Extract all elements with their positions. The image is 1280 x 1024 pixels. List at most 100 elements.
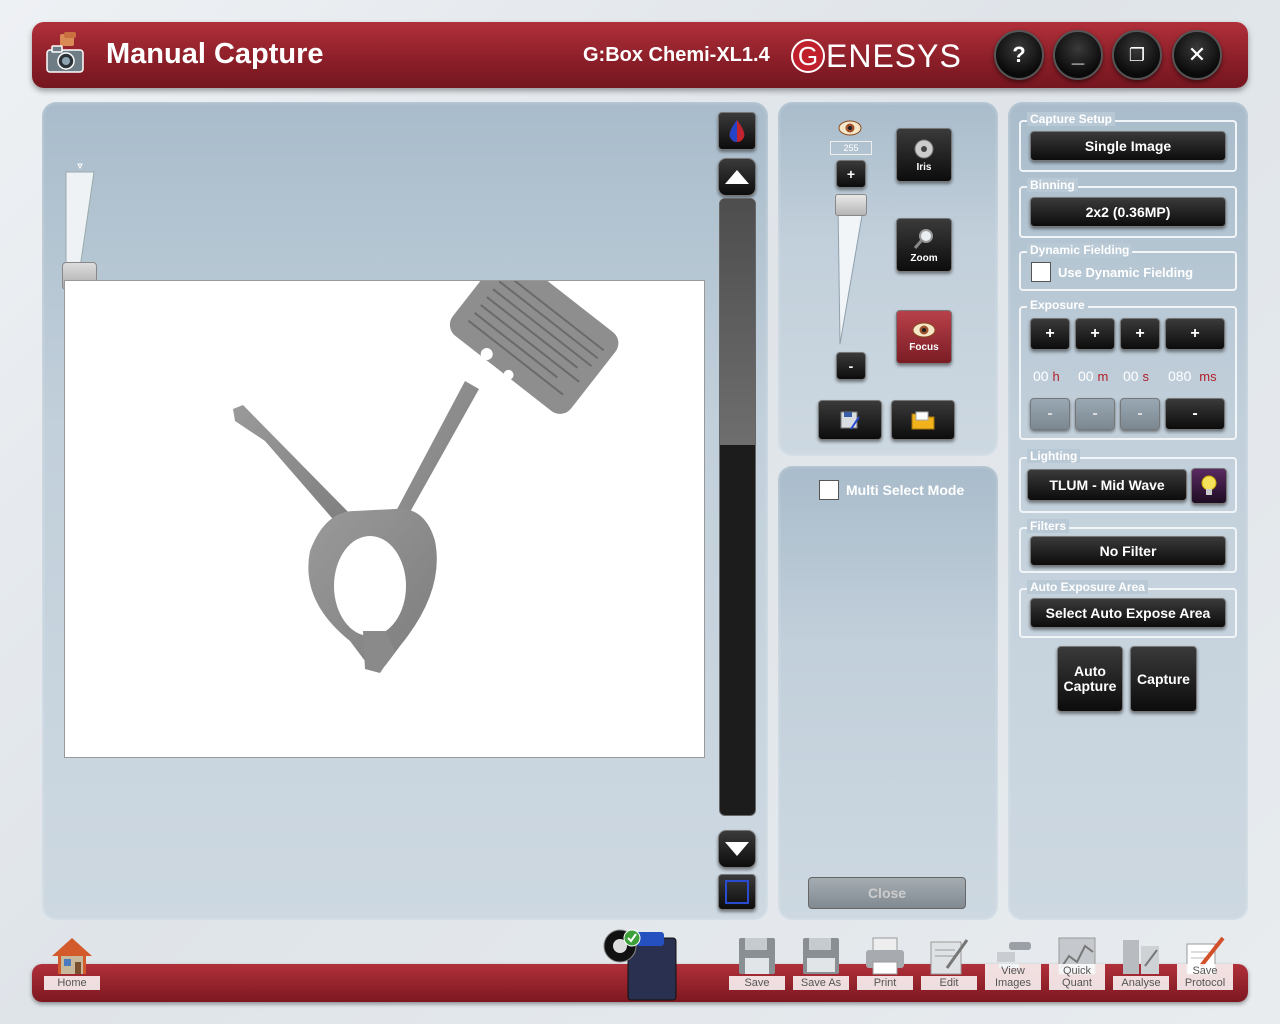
filters-label: Filters [1027,519,1070,533]
brightness-minus-button[interactable]: - [836,352,866,380]
brightness-value: 255 [830,141,872,155]
home-label: Home [44,976,100,990]
brightness-slider-handle[interactable] [835,194,867,216]
iris-icon [914,139,934,158]
brightness-eye-icon [838,118,862,138]
zoom-scroll-track[interactable] [719,198,756,816]
auto-capture-button[interactable]: Auto Capture [1057,646,1123,712]
exposure-minutes-plus[interactable]: + [1075,318,1115,350]
exposure-ms-plus[interactable]: + [1165,318,1225,350]
fit-view-button[interactable] [718,874,756,910]
capture-setup-select[interactable]: Single Image [1030,131,1226,161]
exposure-seconds-minus[interactable]: - [1120,398,1160,430]
brightness-plus-button[interactable]: + [836,160,866,188]
lighting-group: Lighting TLUM - Mid Wave [1019,449,1237,513]
exposure-hours-minus[interactable]: - [1030,398,1070,430]
exposure-minutes[interactable]: 00 m [1078,368,1108,384]
auto-exposure-area-label: Auto Exposure Area [1027,580,1148,594]
dynamic-fielding-label: Dynamic Fielding [1027,243,1133,257]
zoom-scroll-up-button[interactable] [718,158,756,196]
analyse-button[interactable]: Analyse [1111,936,1171,992]
zoom-scroll-thumb[interactable] [720,199,755,445]
exposure-ms-unit: ms [1199,369,1217,384]
magnifier-icon [913,228,933,249]
exposure-hours-value: 00 [1033,368,1049,384]
help-button[interactable]: ? [994,30,1044,80]
capture-setup-group: Capture Setup Single Image [1019,112,1237,172]
exposure-ms[interactable]: 080 ms [1168,368,1217,384]
save-button[interactable]: Save [727,936,787,992]
clip-sample-image [233,281,619,673]
save-label: Save [729,976,785,990]
color-palette-button[interactable] [718,112,756,150]
restore-button[interactable]: ❐ [1112,30,1162,80]
exposure-seconds[interactable]: 00 s [1123,368,1149,384]
export-settings-button[interactable] [818,400,882,440]
exposure-seconds-value: 00 [1123,368,1139,384]
focus-label: Focus [909,342,939,353]
binning-select[interactable]: 2x2 (0.36MP) [1030,197,1226,227]
capture-preview[interactable] [64,280,705,758]
lightbulb-icon [1201,475,1217,495]
genesys-logo: G ENESYS [791,36,962,76]
dynamic-fielding-option[interactable]: Use Dynamic Fielding [1031,262,1193,282]
brightness-slider[interactable] [834,194,868,350]
select-auto-expose-area-button[interactable]: Select Auto Expose Area [1030,598,1226,628]
print-label: Print [857,976,913,990]
save-protocol-button[interactable]: Save Protocol [1175,936,1235,992]
exposure-hours[interactable]: 00 h [1033,368,1060,384]
open-folder-button[interactable] [891,400,955,440]
binning-label: Binning [1027,178,1078,192]
arrow-up-icon [725,170,749,184]
exposure-minutes-minus[interactable]: - [1075,398,1115,430]
multi-select-label: Multi Select Mode [846,482,965,498]
save-as-button[interactable]: Save As [791,936,851,992]
lighting-label: Lighting [1027,449,1081,463]
close-window-button[interactable]: ✕ [1172,30,1222,80]
window-title: Manual Capture [106,38,324,70]
print-button[interactable]: Print [855,936,915,992]
view-images-button[interactable]: View Images [983,936,1043,992]
zoom-label: Zoom [910,252,938,264]
dynamic-fielding-option-label: Use Dynamic Fielding [1058,264,1194,280]
multi-select-checkbox[interactable] [819,480,839,500]
light-toggle-button[interactable] [1191,468,1227,504]
close-button[interactable]: Close [808,877,966,909]
analyse-icon [1123,940,1159,974]
lighting-select[interactable]: TLUM - Mid Wave [1027,469,1187,501]
camera-hand-icon [44,32,86,76]
exposure-ms-value: 080 [1168,368,1192,384]
exposure-seconds-plus[interactable]: + [1120,318,1160,350]
save-edit-icon [840,411,860,430]
dynamic-fielding-checkbox[interactable] [1031,262,1051,282]
frame-icon [725,880,749,904]
edit-label: Edit [921,976,977,990]
quick-quant-button[interactable]: Quick Quant [1047,936,1107,992]
exposure-ms-minus[interactable]: - [1165,398,1225,430]
exposure-hours-unit: h [1052,369,1060,384]
analyse-label: Analyse [1113,976,1169,990]
iris-button[interactable]: Iris [896,128,952,182]
eye-icon [912,322,936,338]
zoom-button[interactable]: Zoom [896,218,952,272]
droplet-icon [729,120,745,142]
printer-icon [866,937,904,975]
filters-select[interactable]: No Filter [1030,536,1226,566]
focus-button[interactable]: Focus [896,310,952,364]
zoom-scroll-down-button[interactable] [718,830,756,868]
home-button[interactable]: Home [42,936,102,992]
quick-quant-label: Quick Quant [1049,964,1105,990]
exposure-hours-plus[interactable]: + [1030,318,1070,350]
capture-button[interactable]: Capture [1130,646,1197,712]
multi-select-option[interactable]: Multi Select Mode [819,480,964,500]
exposure-label: Exposure [1027,298,1088,312]
filters-group: Filters No Filter [1019,519,1237,573]
save-as-icon [803,938,839,974]
save-as-label: Save As [793,976,849,990]
camera-status-indicator [600,928,680,1002]
minimize-button[interactable]: _ [1053,30,1103,80]
capture-setup-label: Capture Setup [1027,112,1116,126]
edit-button[interactable]: Edit [919,936,979,992]
view-images-label: View Images [985,964,1041,990]
arrow-down-icon [725,842,749,856]
